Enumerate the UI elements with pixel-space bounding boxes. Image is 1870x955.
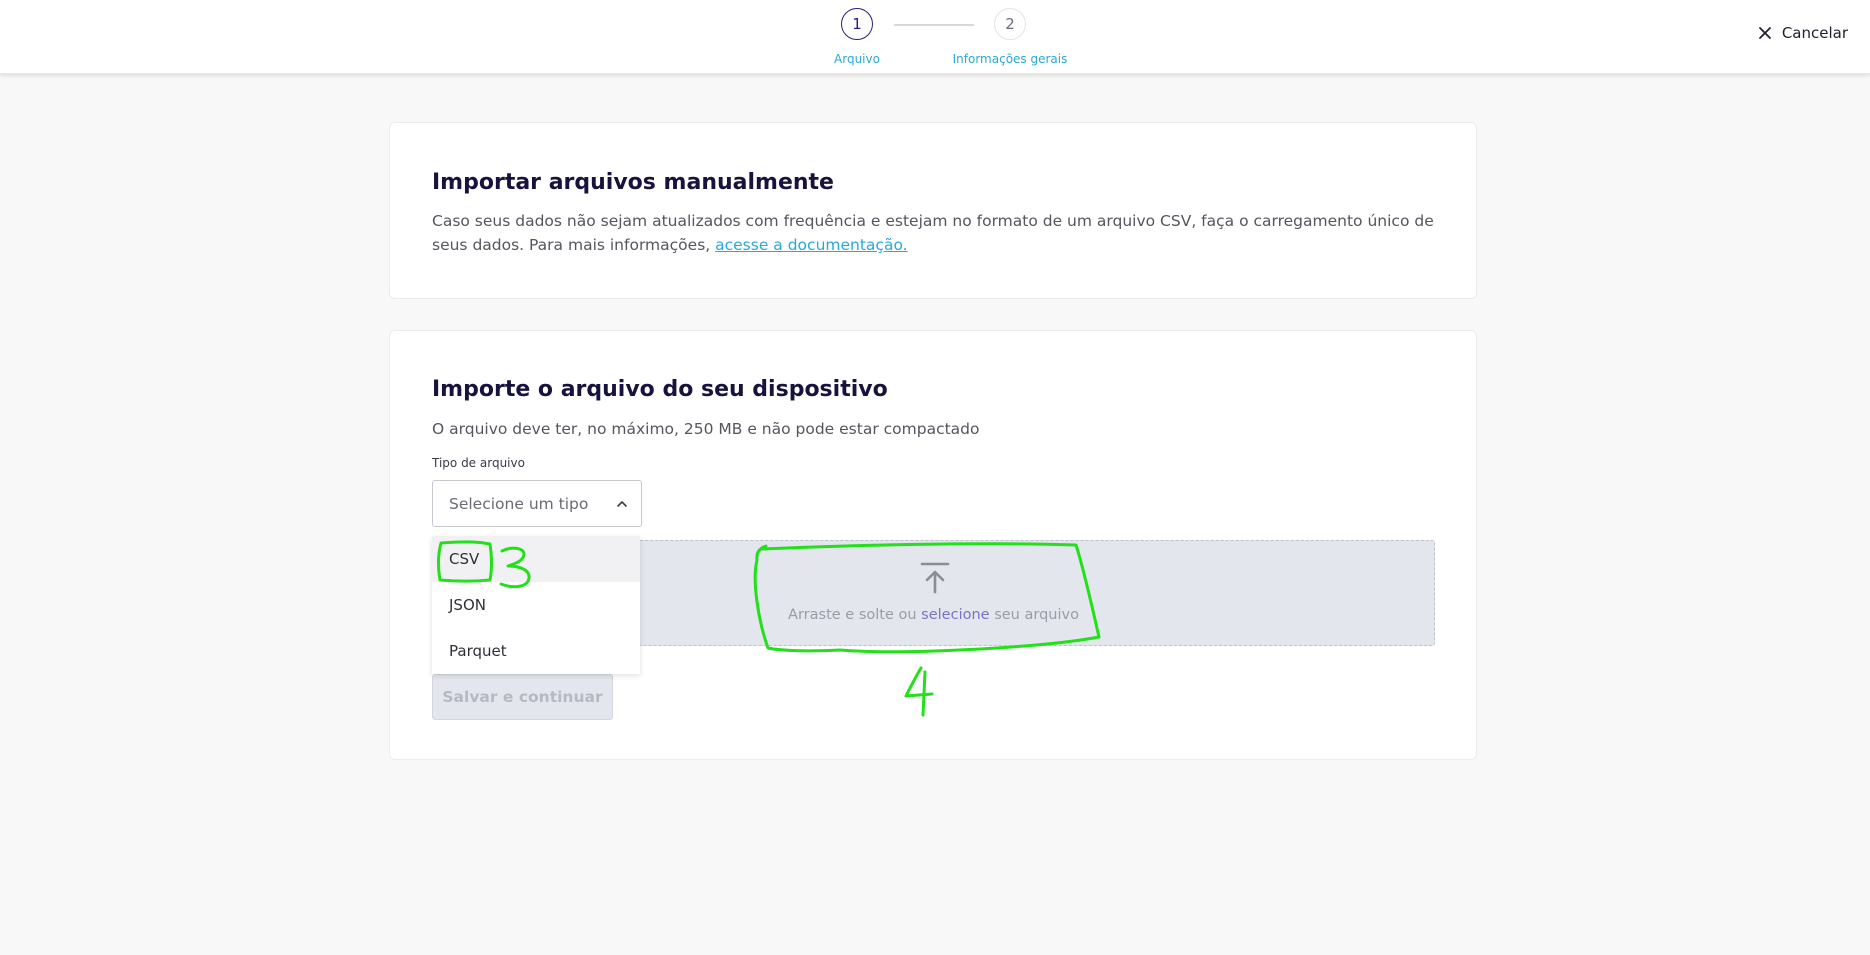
step-label: Informações gerais (952, 52, 1068, 66)
select-placeholder: Selecione um tipo (449, 494, 589, 513)
cancel-label: Cancelar (1781, 24, 1848, 42)
card-description: O arquivo deve ter, no máximo, 250 MB e … (432, 420, 980, 438)
save-continue-button[interactable]: Salvar e continuar (432, 674, 613, 720)
documentation-link[interactable]: acesse a documentação. (715, 236, 907, 254)
select-file-link[interactable]: selecione (921, 607, 989, 623)
card-title: Importar arquivos manualmente (432, 170, 834, 195)
manual-import-card: Importar arquivos manualmente Caso seus … (389, 122, 1477, 299)
step-number: 2 (994, 8, 1026, 40)
card-description: Caso seus dados não sejam atualizados co… (432, 209, 1442, 257)
step-label: Arquivo (834, 52, 880, 66)
chevron-up-icon (617, 501, 627, 507)
dropzone-text-after: seu arquivo (989, 607, 1079, 623)
close-icon (1758, 27, 1771, 39)
file-type-dropdown: CSV JSON Parquet (432, 536, 640, 674)
step-number: 1 (841, 8, 873, 40)
option-csv[interactable]: CSV (432, 536, 640, 582)
top-bar: 1 Arquivo 2 Informações gerais Cancelar (0, 0, 1870, 74)
step-arquivo[interactable]: 1 Arquivo (813, 8, 901, 66)
cancel-button[interactable]: Cancelar (1758, 24, 1848, 42)
option-json[interactable]: JSON (432, 582, 640, 628)
step-informacoes-gerais[interactable]: 2 Informações gerais (940, 8, 1080, 66)
card-title: Importe o arquivo do seu dispositivo (432, 377, 888, 402)
file-type-label: Tipo de arquivo (432, 456, 525, 470)
option-parquet[interactable]: Parquet (432, 628, 640, 674)
upload-icon (920, 562, 950, 594)
file-type-select[interactable]: Selecione um tipo (432, 480, 642, 527)
description-text: Caso seus dados não sejam atualizados co… (432, 212, 1434, 254)
dropzone-text-before: Arraste e solte ou (788, 607, 922, 623)
